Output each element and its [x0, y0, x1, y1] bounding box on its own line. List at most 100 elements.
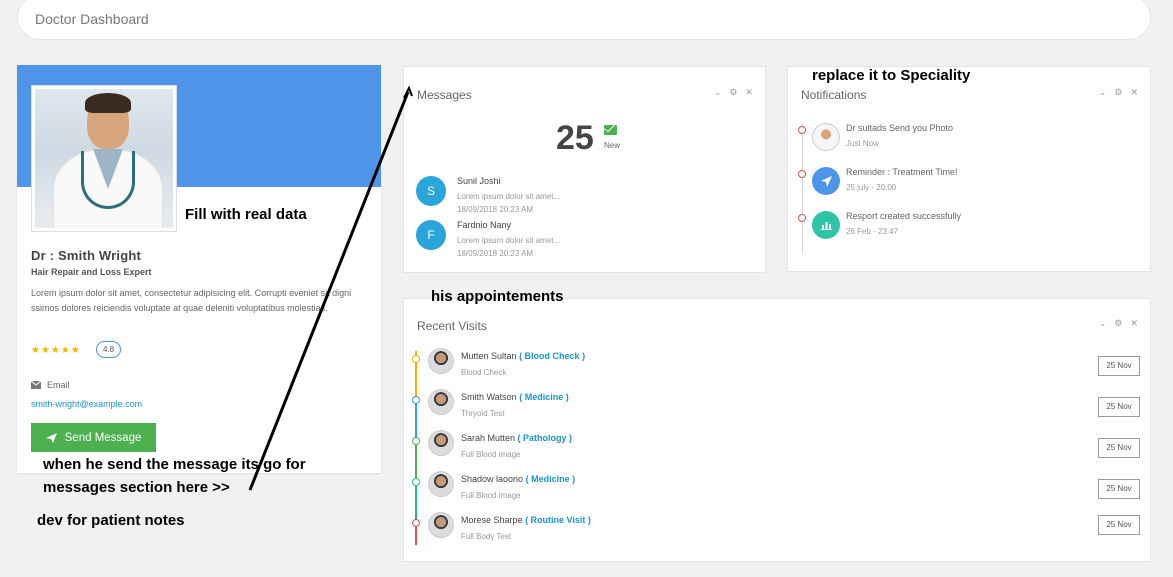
envelope-icon — [31, 381, 41, 389]
send-icon — [812, 167, 840, 195]
chart-icon — [812, 211, 840, 239]
doctor-photo — [31, 85, 177, 232]
annotation-patient-notes: dev for patient notes — [37, 512, 185, 529]
visit-date-badge: 25 Nov — [1098, 438, 1140, 458]
visit-patient-name: Sarah Mutten — [461, 433, 516, 443]
message-sender: Fardnio Nany — [457, 220, 512, 230]
gear-icon[interactable]: ⚙ — [729, 87, 737, 98]
close-icon[interactable]: ✕ — [1130, 87, 1138, 98]
visit-category: ( Pathology ) — [517, 433, 573, 443]
visit-category: ( Routine Visit ) — [525, 515, 591, 525]
email-label-row: Email — [31, 380, 70, 390]
message-date: 18/09/2018 20:23 AM — [457, 249, 534, 258]
visit-item[interactable]: Sarah Mutten ( Pathology ) Full Blood im… — [412, 430, 1140, 469]
notification-time: 25 july · 20:00 — [846, 183, 897, 192]
notifications-card: Notifications ⌄ ⚙ ✕ Dr sultads Send you … — [787, 66, 1151, 272]
avatar — [428, 471, 454, 497]
visit-subtitle: Full Blood image — [461, 450, 521, 459]
avatar: F — [416, 220, 446, 250]
visit-patient-name: Smith Watson — [461, 392, 517, 402]
notification-title: Resport created successfully — [846, 211, 962, 221]
email-link[interactable]: smith-wright@example.com — [31, 399, 142, 409]
annotation-appointments: his appointements — [431, 288, 564, 305]
timeline-dot — [412, 519, 420, 527]
visit-item[interactable]: Morese Sharpe ( Routine Visit ) Full Bod… — [412, 512, 1140, 551]
visit-date-badge: 25 Nov — [1098, 356, 1140, 376]
timeline-dot — [798, 214, 806, 222]
visit-category: ( Medicine ) — [519, 392, 569, 402]
top-bar: Doctor Dashboard — [17, 0, 1151, 40]
timeline-dot — [798, 170, 806, 178]
send-message-button[interactable]: Send Message — [31, 423, 156, 452]
send-message-label: Send Message — [64, 431, 142, 444]
message-date: 18/09/2018 20:23 AM — [457, 205, 534, 214]
page-title: Doctor Dashboard — [35, 11, 149, 27]
notifications-title: Notifications — [801, 88, 867, 102]
message-count-label: New — [604, 141, 621, 150]
timeline-dot — [412, 437, 420, 445]
annotation-send-note-2: messages section here >> — [43, 479, 230, 496]
timeline-line — [802, 124, 803, 254]
visit-item[interactable]: Mutten Sultan ( Blood Check ) Blood Chec… — [412, 348, 1140, 387]
paper-plane-icon — [45, 432, 57, 443]
timeline-dot — [798, 126, 806, 134]
visit-patient: Shadow laoono ( Medicine ) — [461, 474, 575, 484]
visit-item[interactable]: Shadow laoono ( Medicine ) Full Blood im… — [412, 471, 1140, 510]
avatar — [428, 430, 454, 456]
annotation-speciality: replace it to Speciality — [812, 67, 971, 84]
rating-stars: ★★★★★ — [31, 345, 81, 356]
visit-patient: Smith Watson ( Medicine ) — [461, 392, 569, 402]
notification-time: 26 Feb · 23:47 — [846, 227, 899, 236]
message-count: 25 — [556, 119, 594, 157]
doctor-profile-card: Dr : Smith Wright Hair Repair and Loss E… — [17, 65, 381, 473]
gear-icon[interactable]: ⚙ — [1114, 87, 1122, 98]
visit-subtitle: Full Blood image — [461, 491, 521, 500]
recent-visits-card: Recent Visits ⌄ ⚙ ✕ Mutten Sultan ( Bloo… — [403, 298, 1151, 562]
visit-subtitle: Thryoid Test — [461, 409, 505, 418]
avatar: S — [416, 176, 446, 206]
doctor-name: Dr : Smith Wright — [31, 248, 142, 263]
visit-date-badge: 25 Nov — [1098, 479, 1140, 499]
timeline-dot — [412, 396, 420, 404]
visit-patient: Mutten Sultan ( Blood Check ) — [461, 351, 585, 361]
close-icon[interactable]: ✕ — [1130, 318, 1138, 329]
visit-category: ( Medicine ) — [525, 474, 576, 484]
envelope-icon — [604, 125, 617, 135]
chevron-down-icon[interactable]: ⌄ — [714, 87, 722, 98]
visit-patient: Sarah Mutten ( Pathology ) — [461, 433, 572, 443]
message-sender: Sunil Joshi — [457, 176, 501, 186]
notification-title: Dr sultads Send you Photo — [846, 123, 954, 133]
visit-item[interactable]: Smith Watson ( Medicine ) Thryoid Test 2… — [412, 389, 1140, 428]
email-label: Email — [47, 380, 70, 390]
notification-time: Just Now — [846, 139, 879, 148]
avatar — [428, 348, 454, 374]
timeline-dot — [412, 355, 420, 363]
rating-badge: 4.8 — [96, 341, 121, 358]
annotation-real-data: Fill with real data — [185, 206, 307, 223]
visit-subtitle: Full Body Test — [461, 532, 512, 541]
visit-patient-name: Shadow laoono — [461, 474, 524, 484]
message-preview: Lorem ipsum dolor sit amet... — [457, 192, 561, 201]
avatar — [428, 389, 454, 415]
visit-date-badge: 25 Nov — [1098, 397, 1140, 417]
visit-patient-name: Morese Sharpe — [461, 515, 523, 525]
chevron-down-icon[interactable]: ⌄ — [1099, 318, 1107, 329]
message-preview: Lorem ipsum dolor sit amet... — [457, 236, 561, 245]
chevron-down-icon[interactable]: ⌄ — [1099, 87, 1107, 98]
gear-icon[interactable]: ⚙ — [1114, 318, 1122, 329]
recent-visits-title: Recent Visits — [417, 319, 487, 333]
avatar — [428, 512, 454, 538]
notification-title: Reminder : Treatment Time! — [846, 167, 958, 177]
messages-card: Messages ⌄ ⚙ ✕ 25 New S Sunil Joshi Lore… — [403, 66, 766, 273]
visit-subtitle: Blood Check — [461, 368, 507, 377]
visits-card-tools: ⌄ ⚙ ✕ — [1099, 318, 1138, 329]
messages-title: Messages — [417, 88, 472, 102]
doctor-photo-icon — [812, 123, 840, 151]
doctor-role: Hair Repair and Loss Expert — [31, 267, 152, 277]
messages-card-tools: ⌄ ⚙ ✕ — [714, 87, 753, 98]
visit-patient: Morese Sharpe ( Routine Visit ) — [461, 515, 591, 525]
visit-category: ( Blood Check ) — [519, 351, 586, 361]
visit-patient-name: Mutten Sultan — [461, 351, 517, 361]
close-icon[interactable]: ✕ — [745, 87, 753, 98]
annotation-send-note-1: when he send the message its go for — [43, 456, 306, 473]
